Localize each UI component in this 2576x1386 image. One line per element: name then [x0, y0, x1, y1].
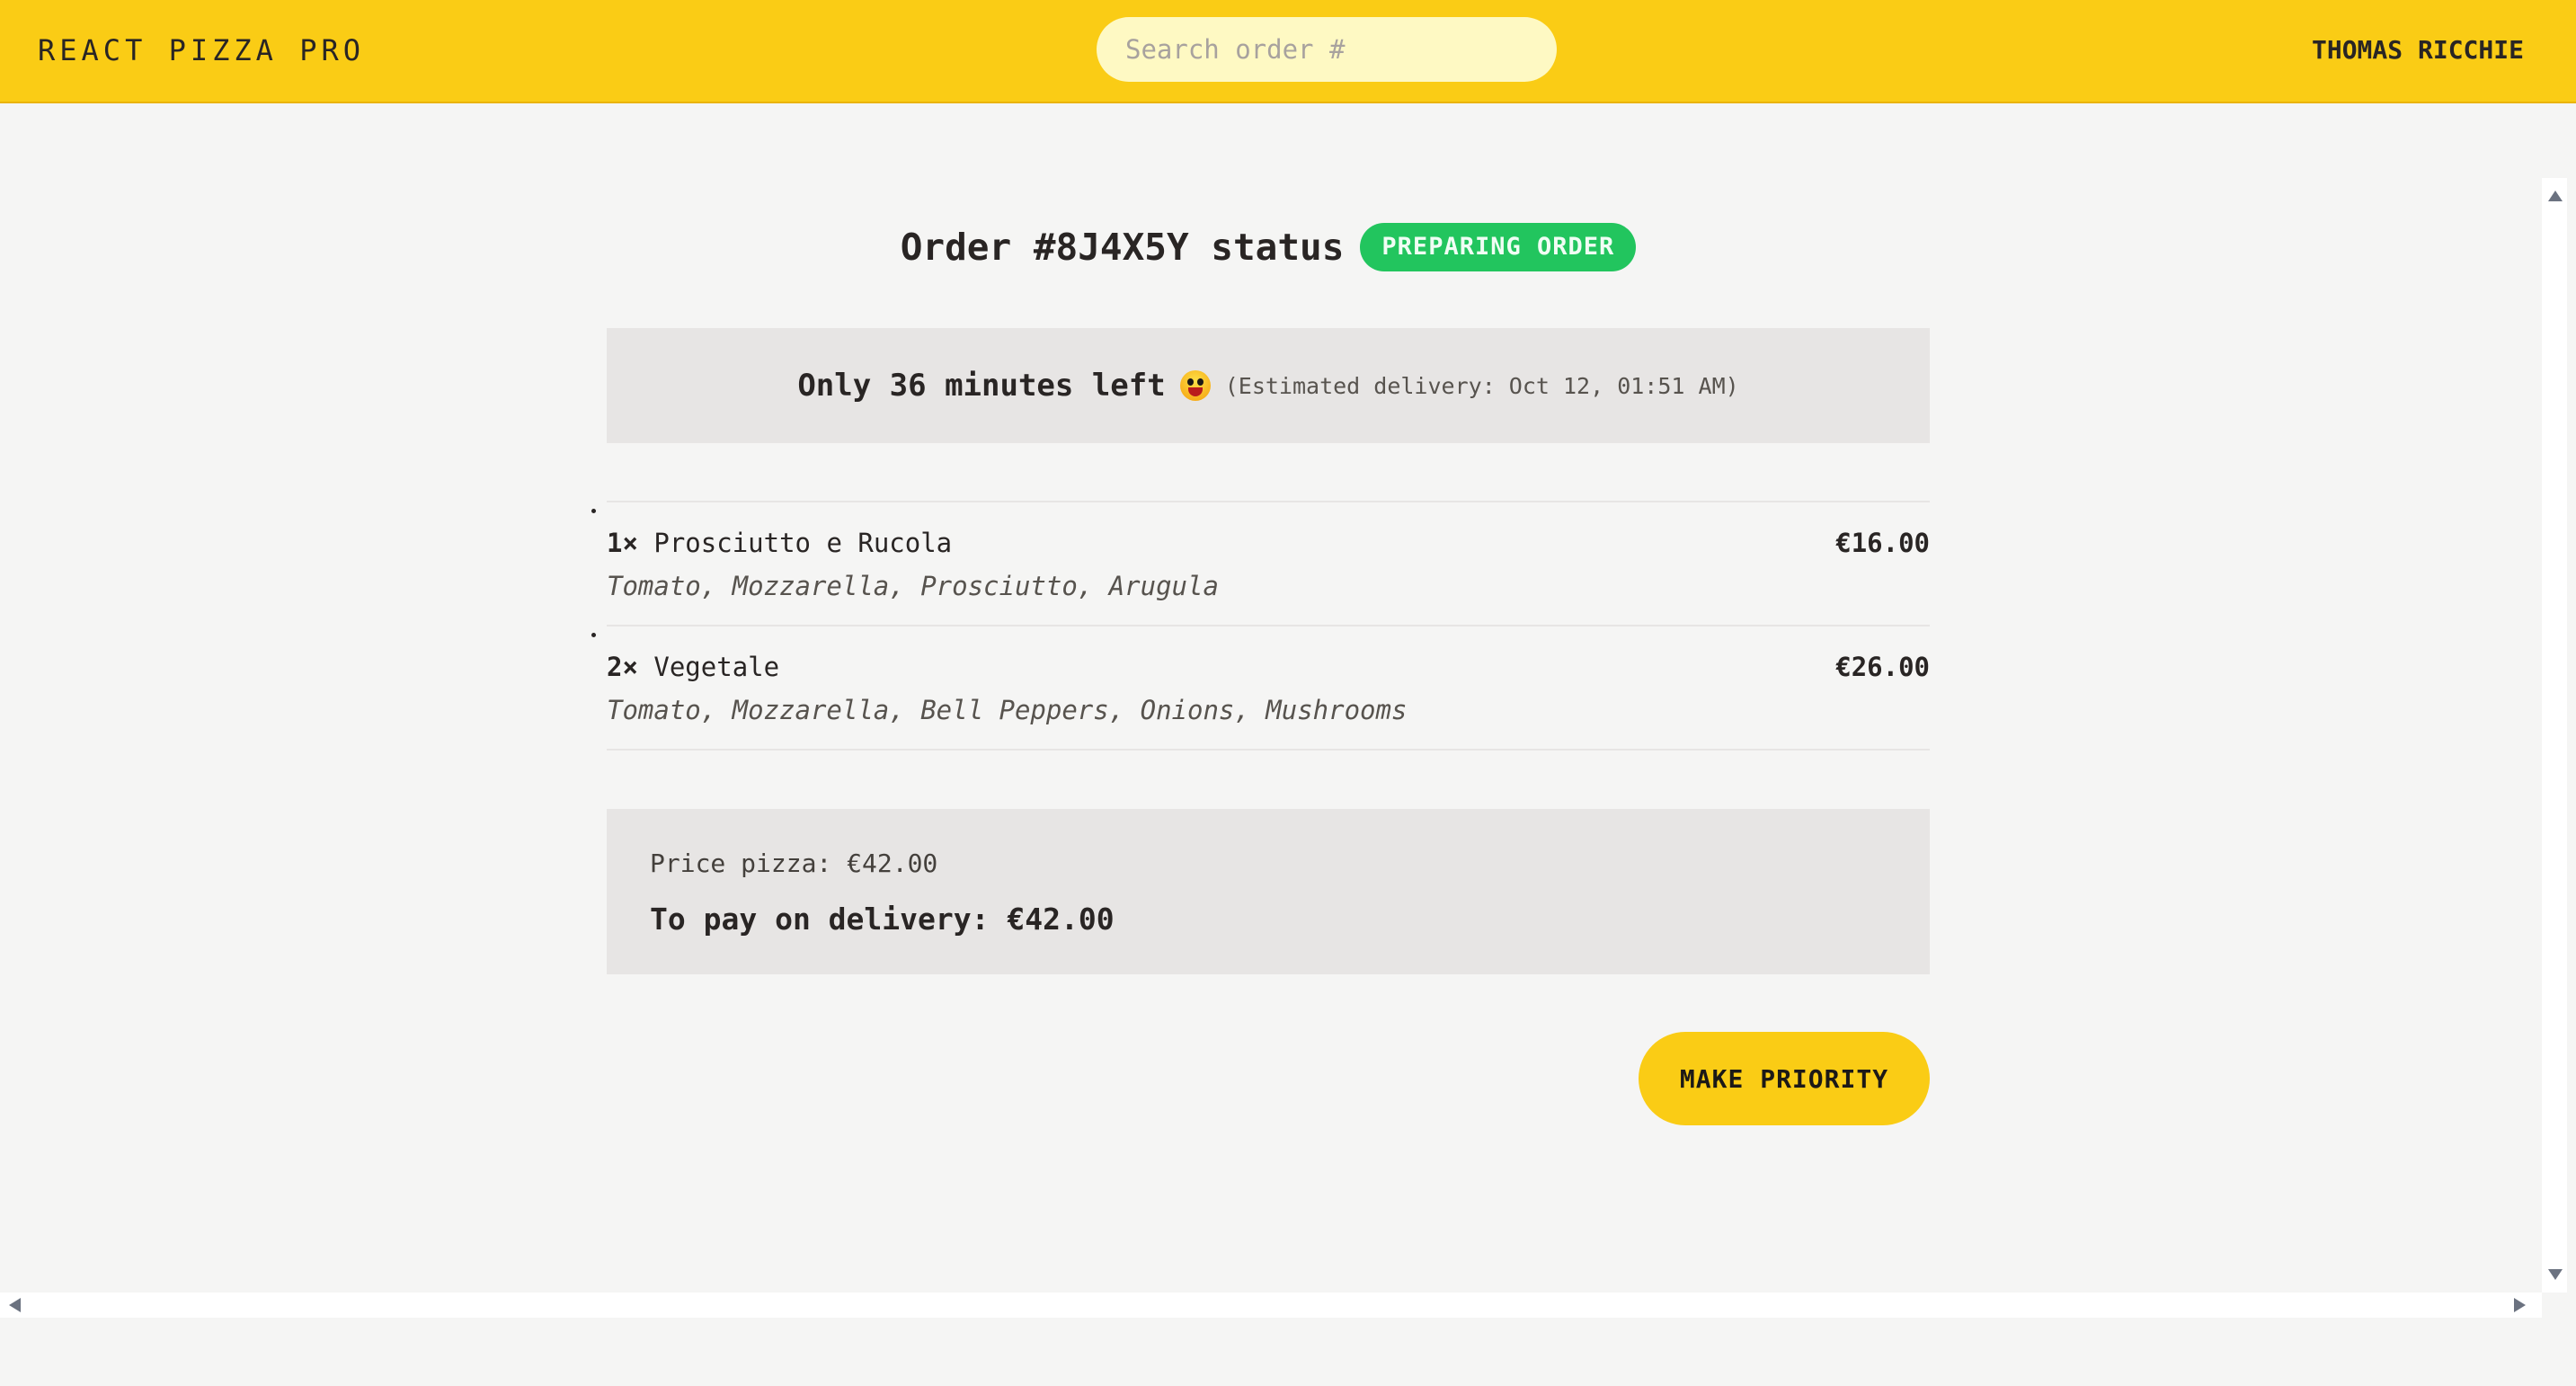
price-pizza: Price pizza: €42.00 — [650, 848, 938, 878]
scroll-up-arrow-icon[interactable] — [2548, 191, 2563, 201]
grinning-face-icon — [1179, 370, 1211, 401]
item-ingredients: Tomato, Mozzarella, Bell Peppers, Onions… — [607, 695, 1408, 725]
item-title: 1× Prosciutto e Rucola — [607, 528, 952, 558]
item-ingredients: Tomato, Mozzarella, Prosciutto, Arugula — [607, 571, 1219, 601]
scroll-down-arrow-icon[interactable] — [2548, 1269, 2563, 1280]
vertical-scrollbar[interactable] — [2542, 178, 2567, 1293]
app-root: REACT PIZZA PRO THOMAS RICCHIE Order #8J… — [0, 0, 2576, 1386]
eta-remaining: Only 36 minutes left — [797, 368, 1166, 404]
item-line: 2× Vegetale €26.00 — [607, 652, 1930, 682]
scroll-right-arrow-icon[interactable] — [2514, 1298, 2526, 1312]
order-title-row: Order #8J4X5Y status PREPARING ORDER — [607, 223, 1930, 271]
username-label: THOMAS RICCHIE — [2311, 35, 2524, 65]
order-items-list: 1× Prosciutto e Rucola €16.00 Tomato, Mo… — [607, 501, 1930, 751]
to-pay-on-delivery: To pay on delivery: €42.00 — [650, 902, 1115, 937]
list-item: 2× Vegetale €26.00 Tomato, Mozzarella, B… — [607, 626, 1930, 751]
item-line: 1× Prosciutto e Rucola €16.00 — [607, 528, 1930, 558]
eta-estimated-delivery: (Estimated delivery: Oct 12, 01:51 AM) — [1224, 372, 1739, 399]
item-name: Vegetale — [653, 652, 780, 682]
top-header: REACT PIZZA PRO THOMAS RICCHIE — [0, 0, 2576, 103]
scroll-left-arrow-icon[interactable] — [9, 1298, 21, 1312]
item-title: 2× Vegetale — [607, 652, 779, 682]
make-priority-button[interactable]: MAKE PRIORITY — [1639, 1032, 1930, 1125]
order-search-input[interactable] — [1097, 17, 1557, 82]
item-price: €16.00 — [1835, 528, 1930, 558]
logo-link[interactable]: REACT PIZZA PRO — [38, 0, 365, 101]
item-price: €26.00 — [1835, 652, 1930, 682]
horizontal-scrollbar[interactable] — [0, 1293, 2542, 1318]
eta-panel: Only 36 minutes left (Estimated delivery… — [607, 328, 1930, 443]
list-item: 1× Prosciutto e Rucola €16.00 Tomato, Mo… — [607, 502, 1930, 626]
item-qty: 1× — [607, 528, 638, 558]
item-qty: 2× — [607, 652, 638, 682]
status-badge: PREPARING ORDER — [1360, 223, 1637, 271]
totals-panel: Price pizza: €42.00 To pay on delivery: … — [607, 809, 1930, 974]
page-title: Order #8J4X5Y status — [900, 226, 1345, 269]
item-name: Prosciutto e Rucola — [653, 528, 953, 558]
